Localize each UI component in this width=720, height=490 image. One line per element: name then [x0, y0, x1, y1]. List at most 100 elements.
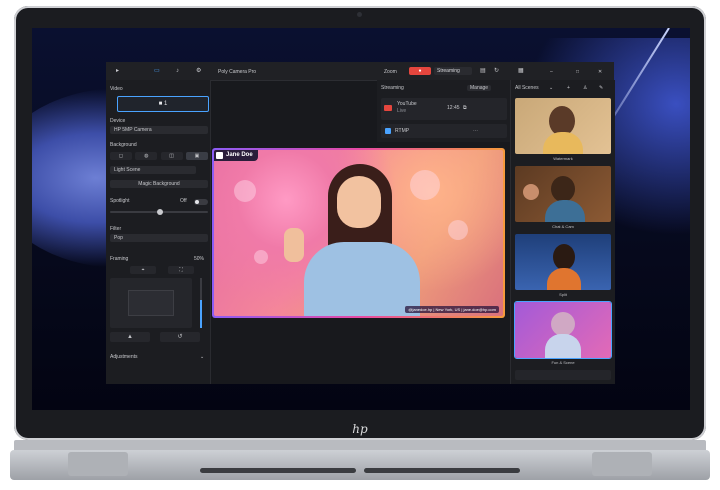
- scene-label: Fun & Scene: [551, 360, 575, 365]
- device-label: Device: [110, 118, 126, 124]
- refresh-icon[interactable]: ↻: [494, 68, 499, 74]
- more-icon[interactable]: ⋯: [473, 128, 478, 134]
- spotlight-slider-knob[interactable]: [157, 209, 163, 215]
- record-button[interactable]: ●: [409, 67, 431, 75]
- chevron-down-icon[interactable]: ⌄: [200, 354, 204, 360]
- scene-person: [523, 184, 539, 200]
- play-icon[interactable]: ▸: [116, 68, 119, 74]
- settings-tab-icon[interactable]: ⚙: [196, 68, 201, 74]
- scene-person: [551, 176, 575, 202]
- scenes-panel: All Scenes ⌄ + ♙ ✎ Watermark Chat & Cam …: [510, 80, 615, 384]
- hinge-foot-right: [592, 452, 652, 476]
- scene-person: [553, 244, 575, 270]
- bokeh-light: [234, 180, 256, 202]
- scenes-icon[interactable]: ▦: [518, 68, 524, 74]
- bg-blur-icon[interactable]: ◍: [135, 152, 158, 160]
- youtube-row[interactable]: YouTube Live 12:45 ⧉: [381, 98, 507, 120]
- scene-person: [551, 312, 575, 336]
- scene-label: Chat & Cam: [552, 224, 574, 229]
- bokeh-light: [448, 220, 468, 240]
- rtmp-label: RTMP: [395, 128, 410, 134]
- scene-thumb-next[interactable]: [515, 370, 611, 380]
- spotlight-state: Off: [180, 198, 187, 204]
- youtube-status: Live: [397, 108, 407, 114]
- background-label: Background: [110, 142, 137, 148]
- add-scene-icon[interactable]: +: [567, 85, 570, 91]
- microphone-tab-icon[interactable]: ♪: [176, 68, 179, 74]
- scene-thumb-split[interactable]: [515, 234, 611, 290]
- framing-region[interactable]: [128, 290, 174, 316]
- filter-label: Filter: [110, 226, 122, 232]
- framing-value: 50%: [194, 256, 205, 262]
- scene-thumb-chat[interactable]: [515, 166, 611, 222]
- camera-preview-feed: Jane Doe @janedoe.hp | New York, US | ja…: [214, 150, 503, 316]
- youtube-icon: [384, 105, 392, 111]
- title-bar: ▸ ▭ ♪ ⚙ Poly Camera Pro Zoom ● Streaming…: [106, 62, 614, 81]
- settings-panel: Video ■ 1 Device HP 5MP Camera Backgroun…: [106, 80, 211, 384]
- zoom-button[interactable]: Zoom: [384, 69, 397, 75]
- bokeh-light: [410, 170, 440, 200]
- scene-label: Split: [559, 292, 567, 297]
- vent-right: [364, 468, 520, 473]
- chevron-down-icon[interactable]: ⌄: [549, 85, 553, 91]
- name-tag: Jane Doe: [214, 150, 258, 161]
- framing-center-icon[interactable]: ▲: [110, 332, 150, 342]
- bg-none-icon[interactable]: ◻: [110, 152, 132, 160]
- framing-reset-icon[interactable]: ↺: [160, 332, 200, 342]
- scene-person-body: [547, 268, 581, 290]
- framing-label: Framing: [110, 256, 129, 262]
- scene-thumb-fun[interactable]: [514, 301, 612, 359]
- scene-label: Watermark: [553, 156, 573, 161]
- magic-background-button[interactable]: Magic Background: [110, 180, 208, 188]
- video-section-label: Video: [110, 86, 123, 92]
- layout-icon[interactable]: ▤: [480, 68, 486, 74]
- background-select[interactable]: Light Scene: [110, 166, 196, 174]
- name-tag-text: Jane Doe: [226, 152, 253, 158]
- background-mode-row: ◻ ◍ ◫ ▣: [110, 152, 208, 160]
- minimize-button[interactable]: –: [550, 69, 553, 75]
- person-icon[interactable]: ♙: [583, 85, 587, 91]
- bokeh-light: [254, 250, 268, 264]
- webcam-icon: [357, 12, 362, 17]
- name-tag-icon: [216, 152, 223, 159]
- framing-person-icon[interactable]: ⌖: [130, 266, 156, 274]
- lower-third-caption: @janedoe.hp | New York, US | jane.doe@hp…: [405, 306, 499, 313]
- spotlight-toggle-knob: [195, 200, 199, 204]
- scenes-header[interactable]: All Scenes: [515, 85, 539, 91]
- scene-person-body: [543, 132, 583, 154]
- youtube-label: YouTube: [397, 101, 417, 107]
- vent-left: [200, 468, 356, 473]
- device-select[interactable]: HP 5MP Camera: [110, 126, 208, 134]
- framing-group-icon[interactable]: ⛶: [168, 266, 194, 274]
- streaming-title: Streaming: [381, 85, 404, 91]
- streaming-panel: Streaming Manage YouTube Live 12:45 ⧉ RT…: [377, 80, 511, 142]
- maximize-button[interactable]: □: [576, 69, 579, 75]
- bg-scene-icon[interactable]: ▣: [185, 152, 208, 160]
- edit-icon[interactable]: ✎: [599, 85, 603, 91]
- rtmp-icon: [385, 128, 391, 134]
- person-face: [337, 176, 381, 228]
- person-hand: [284, 228, 304, 262]
- spotlight-label: Spotlight: [110, 198, 130, 204]
- scene-person-body: [545, 334, 581, 358]
- framing-zoom-fill: [200, 300, 202, 328]
- manage-button[interactable]: Manage: [467, 85, 492, 91]
- camera-tab-icon[interactable]: ▭: [154, 68, 160, 74]
- streaming-dropdown[interactable]: Streaming: [434, 67, 472, 75]
- camera-app-window: ▸ ▭ ♪ ⚙ Poly Camera Pro Zoom ● Streaming…: [106, 62, 615, 384]
- person-body: [304, 242, 420, 316]
- copy-icon[interactable]: ⧉: [463, 105, 467, 111]
- scene-thumb-watermark[interactable]: [515, 98, 611, 154]
- hinge-foot-left: [68, 452, 128, 476]
- app-title: Poly Camera Pro: [218, 69, 257, 75]
- adjustments-label[interactable]: Adjustments: [110, 354, 138, 360]
- rtmp-row[interactable]: RTMP ⋯: [381, 124, 507, 138]
- youtube-time: 12:45: [447, 105, 460, 111]
- filter-select[interactable]: Pop: [110, 234, 208, 242]
- scene-person-body: [545, 200, 585, 222]
- camera-select-button[interactable]: ■ 1: [117, 96, 209, 112]
- camera-preview[interactable]: Jane Doe @janedoe.hp | New York, US | ja…: [212, 148, 505, 318]
- close-button[interactable]: ✕: [598, 69, 602, 75]
- hp-logo: hp: [352, 422, 368, 436]
- bg-image-icon[interactable]: ◫: [160, 152, 183, 160]
